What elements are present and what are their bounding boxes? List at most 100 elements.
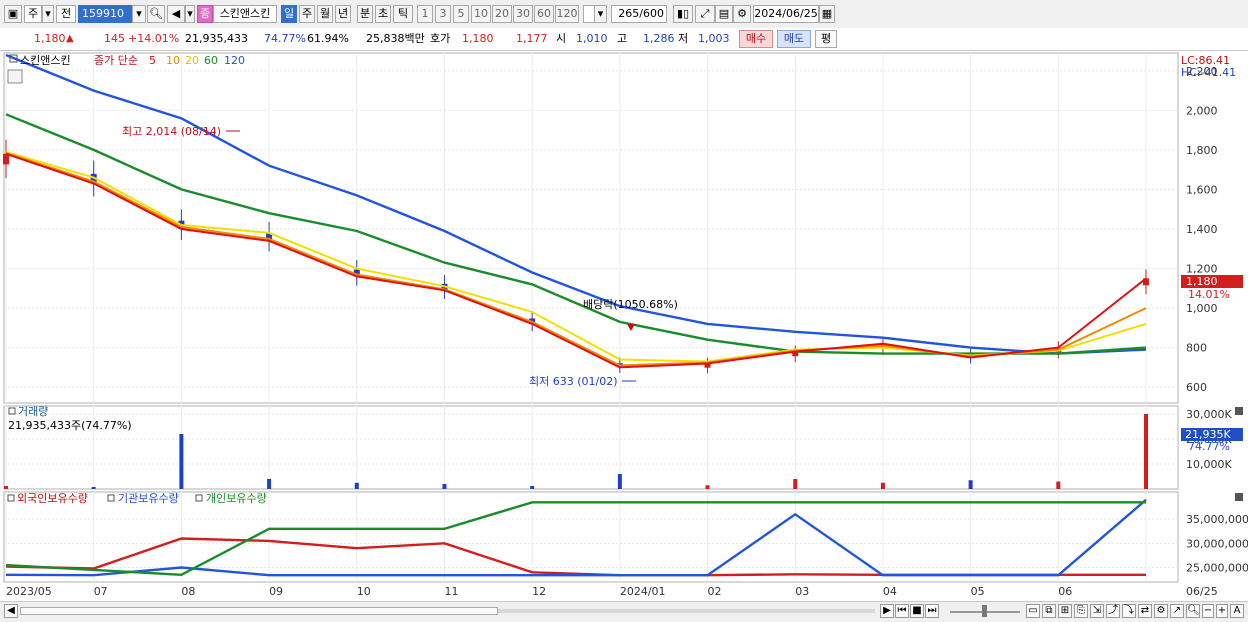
sound-icon[interactable]: ◀	[167, 5, 185, 23]
market-dropdown-icon[interactable]: ▾	[42, 5, 54, 23]
legend-stock-name: 스킨앤스킨	[20, 54, 71, 67]
holding-close-icon[interactable]	[1235, 493, 1243, 501]
change-amount: 145	[104, 32, 125, 45]
panel-split-icon[interactable]: ⧉	[1042, 604, 1056, 618]
volume-bar	[4, 486, 8, 489]
copy-icon[interactable]: ⎘	[1074, 604, 1088, 618]
price-tick-label: 1,400	[1186, 223, 1218, 236]
compare-icon[interactable]: ⇄	[1138, 604, 1152, 618]
gear-icon[interactable]: ⚙	[733, 5, 751, 23]
scrollbar-thumb[interactable]	[20, 607, 498, 615]
volume-bar	[793, 479, 798, 489]
save-icon[interactable]: ▤	[715, 5, 733, 23]
high-annotation: 최고 2,014 (08/14)	[122, 125, 221, 138]
legend-ma-20: 20	[185, 54, 199, 67]
period-tick[interactable]: 틱	[393, 5, 413, 23]
settings-icon[interactable]: ⚙	[1154, 604, 1168, 618]
x-tick-label: 04	[883, 585, 897, 598]
period-minute[interactable]: 분	[357, 5, 373, 23]
code-input[interactable]: 159910	[78, 5, 132, 23]
calendar-icon[interactable]: ▦	[819, 5, 835, 23]
interval-10[interactable]: 10	[471, 5, 491, 23]
buy-button[interactable]: 매수	[739, 30, 773, 48]
period-day[interactable]: 일	[281, 5, 297, 23]
zoom-in-icon[interactable]: +	[1216, 604, 1228, 618]
play-icon[interactable]: ▶	[880, 604, 894, 618]
legend-ma-10: 10	[166, 54, 180, 67]
dividend-annotation: 배당락(1050.68%)	[583, 298, 678, 311]
interval-30[interactable]: 30	[513, 5, 533, 23]
volume-tick-label: 30,000K	[1186, 408, 1232, 421]
arrow-icon[interactable]: ↗	[1170, 604, 1184, 618]
forward-icon[interactable]: ⏭	[925, 604, 939, 618]
zoom-out-icon[interactable]: −	[1202, 604, 1214, 618]
volume-close-icon[interactable]	[1235, 407, 1243, 415]
evaluate-button[interactable]: 평	[815, 30, 837, 48]
code-dropdown-icon[interactable]: ▾	[132, 5, 146, 23]
x-tick-label: 11	[444, 585, 458, 598]
period-month[interactable]: 월	[317, 5, 333, 23]
stop-icon[interactable]: ■	[910, 604, 924, 618]
high-price: 1,286	[643, 32, 675, 45]
legend-institution: 기관보유수량	[118, 492, 179, 505]
analysis-icon[interactable]: ⤵	[1122, 604, 1136, 618]
prev-button[interactable]: 전	[56, 5, 76, 23]
interval-20[interactable]: 20	[492, 5, 512, 23]
current-price: 1,180	[34, 32, 66, 45]
count-field[interactable]: 265/600	[611, 5, 667, 23]
panel-layout-icon[interactable]: ▭	[1026, 604, 1040, 618]
low-price: 1,003	[698, 32, 730, 45]
panel-grid-icon[interactable]: ⊞	[1058, 604, 1072, 618]
count-total: /600	[639, 7, 664, 20]
interval-1[interactable]: 1	[417, 5, 433, 23]
volume-bar	[880, 482, 885, 489]
volume-bar	[267, 479, 272, 489]
auto-scale-icon[interactable]: A	[1230, 604, 1244, 618]
open-label: 시	[556, 32, 567, 45]
interval-60[interactable]: 60	[534, 5, 554, 23]
legend-ma-5: 5	[149, 54, 156, 67]
volume-bar	[705, 485, 710, 489]
holding-tick-label: 35,000,000	[1186, 513, 1248, 526]
sell-button[interactable]: 매도	[777, 30, 811, 48]
interval-5[interactable]: 5	[453, 5, 469, 23]
trend-icon[interactable]: ⤴	[1106, 604, 1120, 618]
search-icon[interactable]: 🔍︎	[147, 5, 165, 23]
draw-tool-icon[interactable]: ⤢	[695, 5, 715, 23]
volume-value: 21,935,433	[185, 32, 248, 45]
volume-title: 거래량	[18, 405, 48, 418]
export-icon[interactable]: ⇲	[1090, 604, 1104, 618]
x-tick-label: 02	[708, 585, 722, 598]
legend-ma-120: 120	[224, 54, 245, 67]
period-second[interactable]: 초	[375, 5, 391, 23]
price-tick-label: 600	[1186, 381, 1207, 394]
layout-icon[interactable]: ▣	[4, 5, 22, 23]
low-annotation: 최저 633 (01/02)	[529, 375, 618, 388]
x-tick-label: 10	[357, 585, 371, 598]
interval-dropdown-icon[interactable]: ▾	[594, 5, 607, 23]
interval-3[interactable]: 3	[435, 5, 451, 23]
grid-toggle-icon[interactable]	[7, 69, 23, 84]
toolbar: ▣ 주 ▾ 전 159910 ▾ 🔍︎ ◀ ▾ 증 스킨앤스킨 일 주 월 년 …	[0, 0, 1248, 29]
market-select[interactable]: 주	[24, 5, 42, 23]
period-year[interactable]: 년	[335, 5, 351, 23]
rewind-icon[interactable]: ⏮	[895, 604, 909, 618]
hc-value: HC:-41.41	[1181, 66, 1236, 79]
sound-dropdown-icon[interactable]: ▾	[185, 5, 195, 23]
open-price: 1,010	[576, 32, 608, 45]
chart-area[interactable]: 2,200 2,000 1,800 1,600 1,400 1,200 1,000 800 60…	[0, 51, 1248, 601]
stock-name: 스킨앤스킨	[213, 5, 277, 23]
interval-120[interactable]: 120	[555, 5, 579, 23]
candle-type-icon[interactable]: ▮▯	[673, 5, 693, 23]
speed-slider-handle[interactable]	[982, 605, 987, 617]
volume-bar	[179, 434, 184, 489]
scroll-left-icon[interactable]: ◀	[4, 604, 18, 618]
date-input[interactable]: 2024/06/25	[753, 5, 819, 23]
x-tick-label: 2024/01	[620, 585, 666, 598]
stock-chart[interactable]: 2,2002,0001,8001,6001,4001,2001,00080060…	[0, 51, 1248, 601]
bid-price: 1,177	[516, 32, 548, 45]
quote-bar: 1,180 ▲ 145 +14.01% 21,935,433 74.77% 61…	[0, 28, 1248, 51]
x-tick-label: 12	[532, 585, 546, 598]
period-week[interactable]: 주	[299, 5, 315, 23]
zoom-search-icon[interactable]: 🔍︎	[1186, 604, 1200, 618]
